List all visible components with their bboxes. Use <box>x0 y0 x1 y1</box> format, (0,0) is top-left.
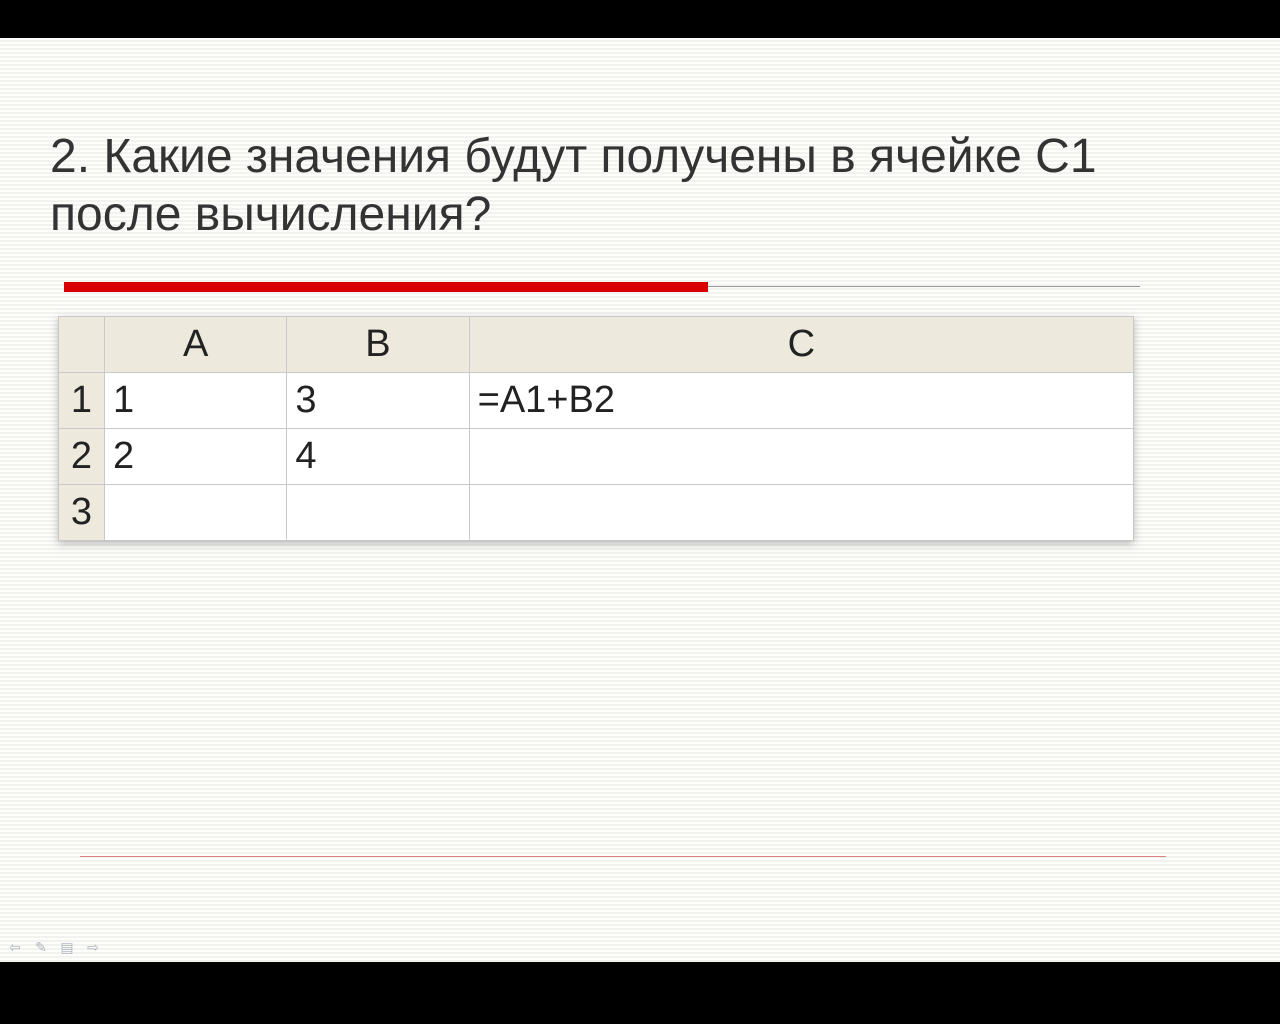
table-row: 3 <box>59 485 1134 541</box>
back-icon[interactable]: ⇦ <box>6 938 24 956</box>
slide-nav: ⇦ ✎ ▤ ⇨ <box>6 938 102 956</box>
spreadsheet-fragment: A B C 1 1 3 =A1+B2 2 2 4 3 <box>58 316 1134 541</box>
title-underline <box>64 282 708 292</box>
col-header-A[interactable]: A <box>105 317 287 373</box>
cell-B3[interactable] <box>287 485 469 541</box>
corner-cell <box>59 317 105 373</box>
cell-C2[interactable] <box>469 429 1133 485</box>
table-row: 2 2 4 <box>59 429 1134 485</box>
cell-A2[interactable]: 2 <box>105 429 287 485</box>
forward-icon[interactable]: ⇨ <box>84 938 102 956</box>
col-header-C[interactable]: C <box>469 317 1133 373</box>
cell-B2[interactable]: 4 <box>287 429 469 485</box>
row-header-1[interactable]: 1 <box>59 373 105 429</box>
question-title: 2. Какие значения будут получены в ячейк… <box>50 128 1140 243</box>
cell-C3[interactable] <box>469 485 1133 541</box>
row-header-2[interactable]: 2 <box>59 429 105 485</box>
cell-B1[interactable]: 3 <box>287 373 469 429</box>
col-header-B[interactable]: B <box>287 317 469 373</box>
menu-icon[interactable]: ▤ <box>58 938 76 956</box>
cell-A3[interactable] <box>105 485 287 541</box>
cell-A1[interactable]: 1 <box>105 373 287 429</box>
footer-rule <box>80 856 1166 857</box>
cell-C1[interactable]: =A1+B2 <box>469 373 1133 429</box>
row-header-3[interactable]: 3 <box>59 485 105 541</box>
spreadsheet-table: A B C 1 1 3 =A1+B2 2 2 4 3 <box>58 316 1134 541</box>
slide: 2. Какие значения будут получены в ячейк… <box>0 38 1280 962</box>
pen-icon[interactable]: ✎ <box>32 938 50 956</box>
table-row: 1 1 3 =A1+B2 <box>59 373 1134 429</box>
title-rule <box>708 286 1140 287</box>
